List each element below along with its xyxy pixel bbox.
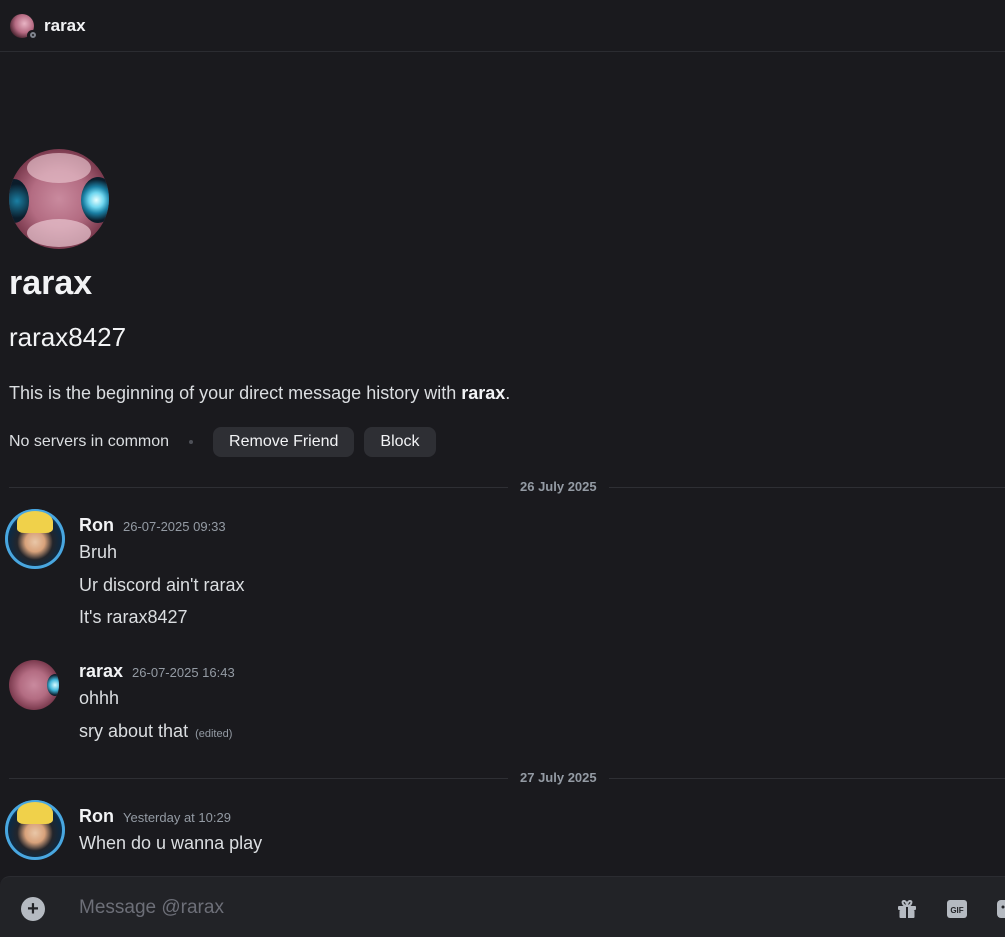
message-author[interactable]: Ron bbox=[79, 806, 114, 827]
gif-icon[interactable]: GIF bbox=[945, 897, 969, 921]
message-text: Ur discord ain't rarax bbox=[79, 575, 245, 595]
date-divider-label: 26 July 2025 bbox=[508, 479, 609, 494]
message-timestamp: 26-07-2025 09:33 bbox=[123, 519, 226, 534]
date-divider-label: 27 July 2025 bbox=[508, 770, 609, 785]
message-header: Ron 26-07-2025 09:33 bbox=[79, 515, 226, 536]
mutual-servers-text[interactable]: No servers in common bbox=[9, 433, 169, 451]
date-divider bbox=[9, 778, 1005, 779]
profile-username: rarax8427 bbox=[9, 322, 127, 352]
sticker-icon[interactable] bbox=[995, 897, 1005, 921]
gift-icon[interactable] bbox=[895, 897, 919, 921]
message-timestamp: 26-07-2025 16:43 bbox=[132, 665, 235, 680]
header-username[interactable]: rarax bbox=[44, 16, 86, 36]
message-text: sry about that (edited) bbox=[79, 721, 233, 741]
profile-display-name: rarax bbox=[9, 264, 93, 302]
message-input[interactable]: Message @rarax bbox=[79, 897, 224, 919]
offline-status-icon bbox=[27, 29, 38, 41]
svg-text:GIF: GIF bbox=[950, 906, 963, 915]
date-divider bbox=[9, 487, 1005, 488]
message-text: ohhh bbox=[79, 688, 120, 708]
message-header: rarax 26-07-2025 16:43 bbox=[79, 661, 235, 682]
message-timestamp: Yesterday at 10:29 bbox=[123, 810, 231, 825]
message-text: When do u wanna play bbox=[79, 833, 263, 853]
block-button[interactable]: Block bbox=[364, 427, 436, 457]
profile-avatar[interactable] bbox=[9, 149, 109, 249]
message-text: Bruh bbox=[79, 542, 118, 562]
add-attachment-icon[interactable]: + bbox=[21, 897, 45, 921]
remove-friend-button[interactable]: Remove Friend bbox=[213, 427, 355, 457]
message-author[interactable]: rarax bbox=[79, 661, 123, 682]
message-text: It's rarax8427 bbox=[79, 607, 188, 627]
profile-actions: No servers in common Remove Friend Block bbox=[9, 427, 446, 457]
message-avatar-ron[interactable] bbox=[5, 509, 65, 569]
message-header: Ron Yesterday at 10:29 bbox=[79, 806, 231, 827]
message-composer: + Message @rarax GIF bbox=[0, 876, 1005, 937]
dm-intro-name: rarax bbox=[461, 383, 506, 403]
separator-dot bbox=[189, 440, 194, 444]
header-avatar[interactable] bbox=[10, 13, 38, 41]
message-avatar-ron[interactable] bbox=[5, 800, 65, 860]
message-avatar-rarax[interactable] bbox=[9, 660, 59, 710]
message-author[interactable]: Ron bbox=[79, 515, 114, 536]
edited-label: (edited) bbox=[195, 728, 233, 740]
dm-header: rarax bbox=[0, 0, 1005, 52]
dm-intro-text: This is the beginning of your direct mes… bbox=[9, 383, 511, 403]
